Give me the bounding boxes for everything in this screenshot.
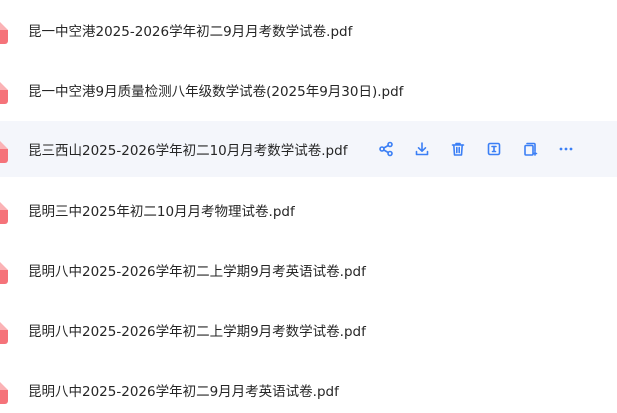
- more-button[interactable]: [556, 139, 576, 159]
- file-row[interactable]: 昆一中空港9月质量检测八年级数学试卷(2025年9月30日).pdf: [0, 62, 617, 118]
- pdf-file-icon: [0, 135, 8, 163]
- pdf-file-icon: [0, 196, 8, 224]
- pdf-file-icon: [0, 76, 8, 104]
- pdf-file-icon: [0, 256, 8, 284]
- copy-button[interactable]: [520, 139, 540, 159]
- file-row[interactable]: 昆一中空港2025-2026学年初二9月月考数学试卷.pdf: [0, 2, 617, 58]
- share-button[interactable]: [376, 139, 396, 159]
- file-row[interactable]: 昆明八中2025-2026学年初二上学期9月考英语试卷.pdf: [0, 242, 617, 298]
- file-name[interactable]: 昆明三中2025年初二10月月考物理试卷.pdf: [28, 200, 295, 220]
- file-name[interactable]: 昆一中空港2025-2026学年初二9月月考数学试卷.pdf: [28, 20, 352, 40]
- file-name[interactable]: 昆一中空港9月质量检测八年级数学试卷(2025年9月30日).pdf: [28, 80, 403, 100]
- delete-button[interactable]: [448, 139, 468, 159]
- pdf-file-icon: [0, 316, 8, 344]
- pdf-file-icon: [0, 376, 8, 404]
- file-row-hovered[interactable]: 昆三西山2025-2026学年初二10月月考数学试卷.pdf: [0, 121, 617, 177]
- rename-button[interactable]: [484, 139, 504, 159]
- pdf-file-icon: [0, 16, 8, 44]
- more-icon: [559, 147, 573, 151]
- file-name[interactable]: 昆明八中2025-2026学年初二9月月考英语试卷.pdf: [28, 380, 339, 400]
- file-row[interactable]: 昆明八中2025-2026学年初二上学期9月考数学试卷.pdf: [0, 302, 617, 358]
- download-icon: [415, 142, 429, 156]
- file-row[interactable]: 昆明三中2025年初二10月月考物理试卷.pdf: [0, 182, 617, 238]
- delete-icon: [451, 142, 465, 156]
- file-name[interactable]: 昆三西山2025-2026学年初二10月月考数学试卷.pdf: [28, 139, 347, 159]
- file-row[interactable]: 昆明八中2025-2026学年初二9月月考英语试卷.pdf: [0, 362, 617, 413]
- file-name[interactable]: 昆明八中2025-2026学年初二上学期9月考数学试卷.pdf: [28, 320, 366, 340]
- download-button[interactable]: [412, 139, 432, 159]
- row-actions: [376, 121, 592, 177]
- copy-icon: [524, 142, 538, 156]
- rename-icon: [487, 142, 501, 156]
- file-list: 昆一中空港2025-2026学年初二9月月考数学试卷.pdf 昆一中空港9月质量…: [0, 0, 617, 413]
- share-icon: [379, 141, 393, 157]
- file-name[interactable]: 昆明八中2025-2026学年初二上学期9月考英语试卷.pdf: [28, 260, 366, 280]
